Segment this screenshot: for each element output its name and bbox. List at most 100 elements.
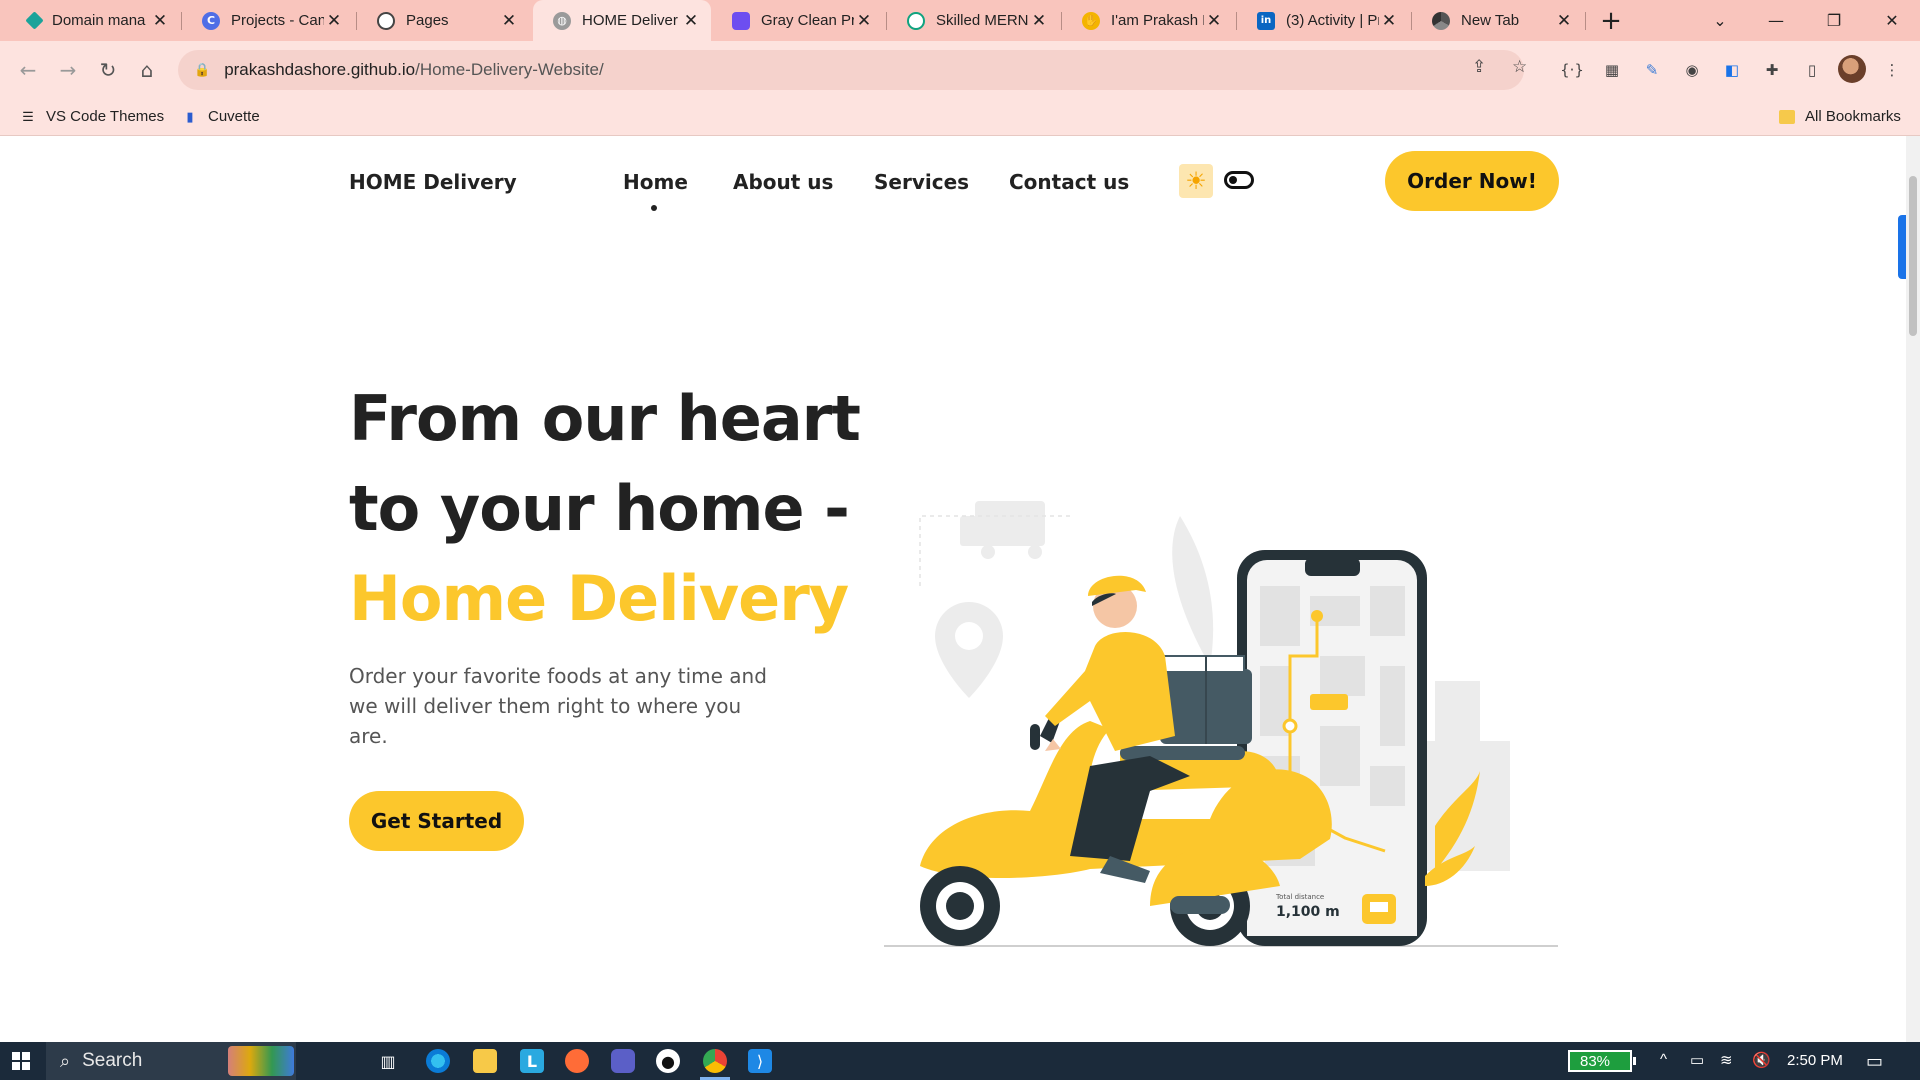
windows-start-icon[interactable] (12, 1052, 30, 1070)
tab-new-tab[interactable]: New Tab ✕ (1412, 0, 1584, 41)
tab-title: New Tab (1461, 12, 1520, 29)
tab-title: Skilled MERN (936, 12, 1029, 29)
diamond-icon (25, 11, 44, 30)
canva-icon: C (202, 11, 220, 30)
github-icon (377, 11, 395, 30)
lock-icon[interactable]: 🔒 (194, 63, 210, 78)
edge-icon[interactable] (426, 1049, 450, 1073)
get-started-button[interactable]: Get Started (349, 791, 524, 851)
nav-about-us[interactable]: About us (733, 170, 833, 194)
sun-icon[interactable]: ☀ (1179, 164, 1213, 198)
menu-kebab-icon[interactable]: ⋮ (1880, 58, 1904, 82)
tab-title: Pages (406, 12, 449, 29)
browser-toolbar: ← → ↻ ⌂ 🔒 prakashdashore.github.io/Home-… (0, 41, 1920, 99)
extension-blue-icon[interactable]: ◧ (1720, 58, 1744, 82)
extension-json-icon[interactable]: {·} (1560, 58, 1584, 82)
profile-avatar[interactable] (1838, 55, 1866, 83)
chrome-icon[interactable] (703, 1049, 727, 1073)
side-panel-icon[interactable]: ▯ (1800, 58, 1824, 82)
tab-home-delivery[interactable]: ◍ HOME Deliver ✕ (533, 0, 711, 41)
reload-button[interactable]: ↻ (92, 54, 124, 86)
taskbar-search[interactable]: ⌕ Search (46, 1042, 296, 1080)
address-bar[interactable]: 🔒 prakashdashore.github.io/Home-Delivery… (178, 50, 1524, 90)
bookmark-star-icon[interactable]: ☆ (1512, 57, 1527, 77)
tab-prakash[interactable]: ✋ I'am Prakash D ✕ (1062, 0, 1234, 41)
distance-value: 1,100 m (1276, 904, 1340, 920)
globe-icon: ◍ (553, 11, 571, 30)
tab-title: Projects - Can (231, 12, 324, 29)
distance-caption: Total distance (1275, 893, 1324, 901)
restore-button[interactable]: ❐ (1806, 0, 1862, 41)
battery-indicator[interactable]: 83% (1568, 1050, 1636, 1072)
close-icon[interactable]: ✕ (854, 11, 874, 31)
chrome-icon (1432, 11, 1450, 30)
close-icon[interactable]: ✕ (1204, 11, 1224, 31)
nav-home[interactable]: Home (623, 170, 688, 194)
site-brand[interactable]: HOME Delivery (349, 170, 517, 194)
wave-hand-icon: ✋ (1082, 11, 1100, 30)
tab-projects[interactable]: C Projects - Can ✕ (182, 0, 354, 41)
task-view-icon[interactable]: ▥ (376, 1049, 400, 1073)
app-purple-icon[interactable] (611, 1049, 635, 1073)
search-icon: ⌕ (60, 1050, 71, 1071)
nav-contact-us[interactable]: Contact us (1009, 170, 1129, 194)
linkedin-icon: in (1257, 11, 1275, 30)
postman-icon[interactable] (565, 1049, 589, 1073)
all-bookmarks[interactable]: All Bookmarks (1779, 108, 1901, 125)
close-icon[interactable]: ✕ (681, 11, 701, 31)
extension-gif-icon[interactable]: ▦ (1600, 58, 1624, 82)
hero-heading-line-2: to your home - (349, 472, 850, 545)
tab-title: I'am Prakash D (1111, 12, 1204, 29)
notifications-icon[interactable]: ▭ (1866, 1051, 1883, 1072)
scrollbar-thumb[interactable] (1909, 176, 1917, 336)
tab-domain[interactable]: Domain mana ✕ (8, 0, 180, 41)
share-icon[interactable]: ⇪ (1472, 57, 1486, 77)
home-button[interactable]: ⌂ (131, 54, 163, 86)
file-explorer-icon[interactable] (473, 1049, 497, 1073)
tab-search-chevron-icon[interactable]: ⌄ (1692, 0, 1748, 41)
order-now-button[interactable]: Order Now! (1385, 151, 1559, 211)
new-tab-button[interactable]: + (1596, 6, 1626, 36)
tab-gray-clean[interactable]: Gray Clean Pro ✕ (712, 0, 884, 41)
vscode-icon[interactable]: ⟩ (748, 1049, 772, 1073)
github-desktop-icon[interactable]: ● (656, 1049, 680, 1073)
page-scrollbar[interactable] (1906, 136, 1920, 1042)
forward-button[interactable]: → (52, 54, 84, 86)
theme-toggle[interactable] (1224, 171, 1254, 189)
tab-title: HOME Deliver (582, 12, 678, 29)
minimize-button[interactable]: — (1748, 0, 1804, 41)
extensions-puzzle-icon[interactable]: ✚ (1760, 58, 1784, 82)
tab-linkedin[interactable]: in (3) Activity | Pr ✕ (1237, 0, 1409, 41)
extension-eye-icon[interactable]: ◉ (1680, 58, 1704, 82)
speaker-muted-icon[interactable]: 🔇 (1752, 1051, 1771, 1069)
wifi-icon[interactable]: ≋ (1720, 1051, 1733, 1069)
close-icon[interactable]: ✕ (150, 11, 170, 31)
side-panel-tab[interactable] (1898, 215, 1906, 279)
tab-strip: Domain mana ✕ C Projects - Can ✕ Pages ✕… (0, 0, 1920, 41)
close-icon[interactable]: ✕ (1554, 11, 1574, 31)
close-icon[interactable]: ✕ (324, 11, 344, 31)
close-icon[interactable]: ✕ (499, 11, 519, 31)
back-button[interactable]: ← (12, 54, 44, 86)
nav-services[interactable]: Services (874, 170, 969, 194)
extension-pen-icon[interactable]: ✎ (1640, 58, 1664, 82)
system-clock[interactable]: 2:50 PM (1787, 1052, 1843, 1069)
close-window-button[interactable]: ✕ (1864, 0, 1920, 41)
nav-active-dot (651, 205, 657, 211)
close-icon[interactable]: ✕ (1029, 11, 1049, 31)
hero-description: Order your favorite foods at any time an… (349, 664, 767, 748)
show-hidden-icons[interactable]: ^ (1660, 1051, 1667, 1068)
search-highlight-icon (228, 1046, 294, 1076)
folder-icon (1779, 109, 1795, 124)
battery-icon[interactable]: ▭ (1690, 1051, 1704, 1069)
tab-pages[interactable]: Pages ✕ (357, 0, 529, 41)
l-app-icon[interactable]: L (520, 1049, 544, 1073)
close-icon[interactable]: ✕ (1379, 11, 1399, 31)
cuvette-icon: ▮ (186, 108, 194, 124)
bookmark-vs-code-themes[interactable]: ☰ VS Code Themes (20, 108, 164, 125)
delivery-illustration: Total distance 1,100 m (884, 501, 1558, 947)
bookmark-cuvette[interactable]: ▮ Cuvette (182, 108, 259, 125)
hero-heading-highlight: Home Delivery (349, 562, 849, 635)
tab-skilled-mern[interactable]: Skilled MERN ✕ (887, 0, 1059, 41)
bookmarks-bar: ☰ VS Code Themes ▮ Cuvette All Bookmarks (0, 99, 1920, 136)
